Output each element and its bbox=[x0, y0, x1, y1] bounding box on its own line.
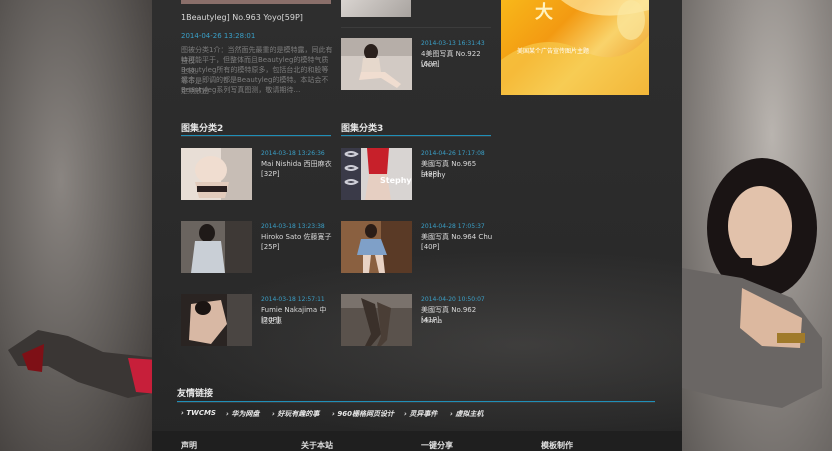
intro-date: 2014-04-26 13:28:01 bbox=[181, 32, 256, 40]
promo-banner[interactable]: 大 美国某个广告宣传图片主题 bbox=[501, 0, 649, 95]
background-heel-image bbox=[8, 330, 158, 398]
thumbnail-hiroko-sato[interactable] bbox=[181, 221, 252, 273]
friend-links-title: 友情链接 bbox=[177, 389, 214, 399]
section2-item3-count: [20P] bbox=[261, 316, 280, 324]
friend-link-5[interactable]: › 灵异事件 bbox=[404, 409, 437, 419]
thumbnail-stephy-overlay: Stephy bbox=[380, 176, 412, 185]
section2-item2-date: 2014-03-18 13:23:38 bbox=[261, 223, 325, 230]
section2-item3-date: 2014-03-18 12:57:11 bbox=[261, 296, 325, 303]
section-3-line bbox=[341, 136, 491, 137]
section2-item2-count: [25P] bbox=[261, 243, 280, 251]
friend-link-4-label: 960栅格网页设计 bbox=[337, 410, 394, 418]
section-2-accent bbox=[181, 135, 331, 136]
intro-title[interactable]: 1Beautyleg] No.963 Yoyo[59P] bbox=[181, 12, 303, 23]
thumbnail-fumie-nakajima[interactable] bbox=[181, 294, 252, 346]
footer-bar bbox=[152, 431, 682, 451]
col2-top-count: [60P] bbox=[421, 60, 440, 68]
section-title-3[interactable]: 图集分类3 bbox=[341, 121, 383, 134]
section2-item1-date: 2014-03-18 13:26:36 bbox=[261, 150, 325, 157]
footer-template[interactable]: 模板制作 bbox=[541, 440, 573, 451]
section3-item2-count: [40P] bbox=[421, 243, 440, 251]
friend-link-5-label: 灵异事件 bbox=[409, 410, 438, 418]
section3-item3-count: [41P] bbox=[421, 316, 440, 324]
background-model-image bbox=[682, 158, 822, 408]
section3-item2-date: 2014-04-28 17:05:37 bbox=[421, 223, 485, 230]
friend-link-1-label: TWCMS bbox=[186, 409, 216, 417]
thumbnail-stephy[interactable] bbox=[341, 148, 412, 200]
section2-item1-count: [32P] bbox=[261, 170, 280, 178]
friend-link-4[interactable]: › 960栅格网页设计 bbox=[332, 409, 394, 419]
friend-links-accent bbox=[177, 401, 655, 402]
section3-item1-date: 2014-04-26 17:17:08 bbox=[421, 150, 485, 157]
section-3-accent bbox=[341, 135, 491, 136]
divider bbox=[341, 27, 491, 28]
friend-link-6-label: 虚拟主机 bbox=[455, 410, 484, 418]
intro-desc-5: Beautyleg系列写真图测，敬请期待… bbox=[181, 86, 301, 94]
top-thumbnail-partial-2[interactable] bbox=[341, 0, 411, 17]
top-thumbnail-partial[interactable] bbox=[181, 0, 331, 4]
friend-link-2-label: 华为网盘 bbox=[231, 410, 260, 418]
footer-share[interactable]: 一键分享 bbox=[421, 440, 453, 451]
friend-link-6[interactable]: › 虚拟主机 bbox=[450, 409, 483, 419]
section3-item3-date: 2014-04-20 10:50:07 bbox=[421, 296, 485, 303]
friend-link-3-label: 好玩有趣的事 bbox=[277, 410, 320, 418]
thumbnail-922[interactable] bbox=[341, 38, 412, 90]
section-title-2[interactable]: 图集分类2 bbox=[181, 121, 223, 134]
promo-text: 美国某个广告宣传图片主题 bbox=[517, 48, 590, 55]
section-2-line bbox=[181, 136, 331, 137]
thumbnail-mai-nishida[interactable] bbox=[181, 148, 252, 200]
thumbnail-chu[interactable] bbox=[341, 221, 412, 273]
friend-link-2[interactable]: › 华为网盘 bbox=[226, 409, 259, 419]
friend-link-1[interactable]: › TWCMS bbox=[181, 409, 216, 417]
friend-link-3[interactable]: › 好玩有趣的事 bbox=[272, 409, 319, 419]
section3-item1-count: [49P] bbox=[421, 170, 440, 178]
promo-corner-glyph: 大 bbox=[535, 2, 553, 23]
col2-top-date: 2014-03-13 16:31:43 bbox=[421, 40, 485, 47]
thumbnail-minna[interactable] bbox=[341, 294, 412, 346]
footer-statement[interactable]: 声明 bbox=[181, 440, 197, 451]
footer-about[interactable]: 关于本站 bbox=[301, 440, 333, 451]
friend-links-line bbox=[177, 402, 655, 403]
